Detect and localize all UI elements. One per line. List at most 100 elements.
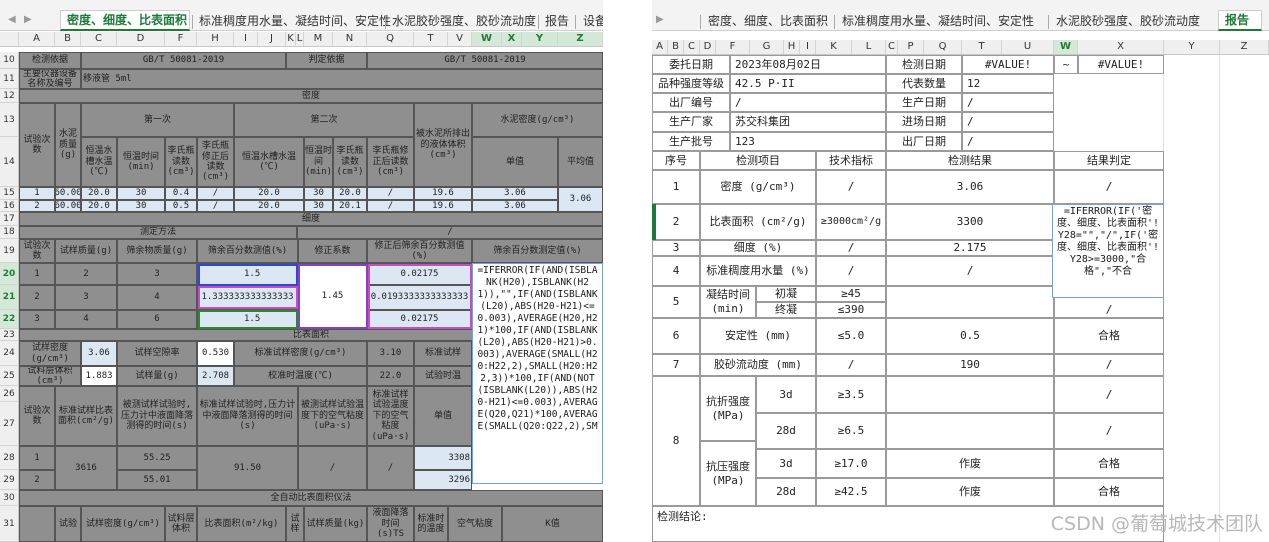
row-number[interactable]: 16 [0,200,19,212]
strength-spec[interactable]: ≥42.5 [816,478,886,506]
test-date-start[interactable]: #VALUE! [962,55,1054,74]
next-sheet-icon[interactable]: ▶ [24,14,32,25]
formula-editor-overlay[interactable]: =IFERROR(IF(AND(ISBLANK(H20),ISBLANK(H21… [472,263,603,484]
col-header[interactable]: A [19,32,55,46]
tab-density-fineness-surface[interactable]: 密度、细度、比表面积 [60,10,190,31]
std-drop-time-value[interactable]: 91.50 [197,446,298,490]
row-judge[interactable]: / [1054,354,1164,376]
cell[interactable]: / [197,200,234,212]
prev-sheet-icon[interactable]: ◀ [8,14,16,25]
cell[interactable]: 30 [304,200,333,212]
next-sheet-icon[interactable]: ▶ [656,14,664,25]
col-header[interactable]: I [234,32,258,46]
col-header[interactable]: K [286,32,296,46]
row-number[interactable]: 30 [0,490,19,506]
strength-spec[interactable]: ≥17.0 [816,449,886,478]
cell[interactable]: 30 [117,200,165,212]
row-result[interactable]: 2.175 [886,240,1054,256]
col-header[interactable]: X [1078,40,1164,54]
row-number[interactable]: 28 [0,446,19,470]
test-drop-time-1[interactable]: 55.25 [117,446,197,470]
col-header[interactable]: F [716,40,750,54]
col-header[interactable]: B [55,32,81,46]
col-header[interactable]: H [197,32,234,46]
sample-porosity-value[interactable]: 0.530 [197,341,234,366]
main-equipment[interactable]: 移液管 5ml [81,69,603,89]
row-spec[interactable]: ≤5.0 [816,318,886,354]
initial-set-spec[interactable]: ≥45 [816,286,886,302]
cell[interactable]: 20.0 [81,200,117,212]
strength-spec[interactable]: ≥6.5 [816,413,886,449]
row-number[interactable]: 10 [0,52,19,69]
commission-date[interactable]: 2023年08月02日 [730,55,886,74]
cell[interactable]: / [367,200,414,212]
col-header[interactable]: G [750,40,784,54]
row-number[interactable]: 25 [0,366,19,386]
std-density-value[interactable]: 3.10 [367,341,414,366]
factory-no[interactable]: / [730,93,886,112]
row-result[interactable]: 190 [886,354,1054,376]
strength-judge[interactable]: 合格 [1054,478,1164,506]
method-value[interactable]: / [297,226,603,239]
cell[interactable]: 30 [117,187,165,200]
strength-result[interactable] [886,413,1054,449]
col-header[interactable]: Y [522,32,558,46]
cell[interactable]: 1 [19,446,55,470]
cell[interactable]: 2 [19,200,55,212]
final-set-spec[interactable]: ≤390 [816,302,886,318]
bed-volume-value[interactable]: 1.883 [81,366,117,386]
row-spec[interactable]: / [816,170,886,204]
col-header[interactable]: Y [1164,40,1220,54]
col-header[interactable]: P [898,40,924,54]
cell[interactable]: 2 [19,285,55,310]
row-number[interactable]: 19 [0,239,19,263]
row-result[interactable]: 3.06 [886,170,1054,204]
col-header[interactable]: J [258,32,286,46]
cell[interactable]: 3 [55,285,117,310]
maker[interactable]: 苏交科集团 [730,112,886,132]
cell[interactable]: 20.0 [333,187,367,200]
sample-density-value[interactable]: 3.06 [81,341,117,366]
col-header[interactable]: D [700,40,716,54]
row-judge[interactable]: 合格 [1054,318,1164,354]
row-number[interactable]: 14 [0,137,19,187]
strength-judge[interactable]: / [1054,413,1164,449]
row-spec[interactable]: / [816,354,886,376]
tab-consistency-setting[interactable]: 标准稠度用水量、凝结时间、安定性 [836,12,1046,30]
surface-single-1[interactable]: 3308 [414,446,472,470]
judge-basis[interactable]: GB/T 50081-2019 [367,52,603,69]
col-header[interactable]: L [296,32,304,46]
col-header[interactable]: Q [367,32,414,46]
row-number[interactable]: 26 [0,386,19,402]
row-number[interactable]: 23 [0,329,19,341]
grade[interactable]: 42.5 P·II [730,74,886,93]
row-result[interactable]: / [886,256,1054,286]
col-header[interactable]: A [652,40,668,54]
density-average[interactable]: 3.06 [558,187,603,212]
test-drop-time-2[interactable]: 55.01 [117,470,197,490]
tab-density-fineness-surface[interactable]: 密度、细度、比表面积 [702,12,832,30]
col-header[interactable]: Z [1220,40,1269,54]
col-header[interactable]: M [304,32,333,46]
row-number[interactable]: 18 [0,226,19,239]
row-number[interactable]: 20 [0,263,19,285]
row-number[interactable]: 15 [0,187,19,200]
row-number[interactable]: 27 [0,402,19,446]
row-judge[interactable]: / [1054,170,1164,204]
tab-report[interactable]: 报告 [1218,10,1262,31]
col-header[interactable]: L [852,40,886,54]
entry-date[interactable]: / [962,112,1054,132]
row-number[interactable]: 21 [0,285,19,310]
row-number[interactable]: 12 [0,89,19,103]
cell[interactable]: 19.6 [414,187,472,200]
cell[interactable]: 20.0 [81,187,117,200]
row-number[interactable]: 17 [0,212,19,226]
cell[interactable]: 20.0 [234,200,304,212]
cell[interactable]: 1 [19,187,55,200]
strength-spec[interactable]: ≥3.5 [816,376,886,413]
col-header[interactable]: U [1002,40,1054,54]
col-header[interactable]: X [502,32,522,46]
cell[interactable]: 2 [55,263,117,285]
strength-result[interactable] [886,376,1054,413]
col-header[interactable]: D [117,32,165,46]
